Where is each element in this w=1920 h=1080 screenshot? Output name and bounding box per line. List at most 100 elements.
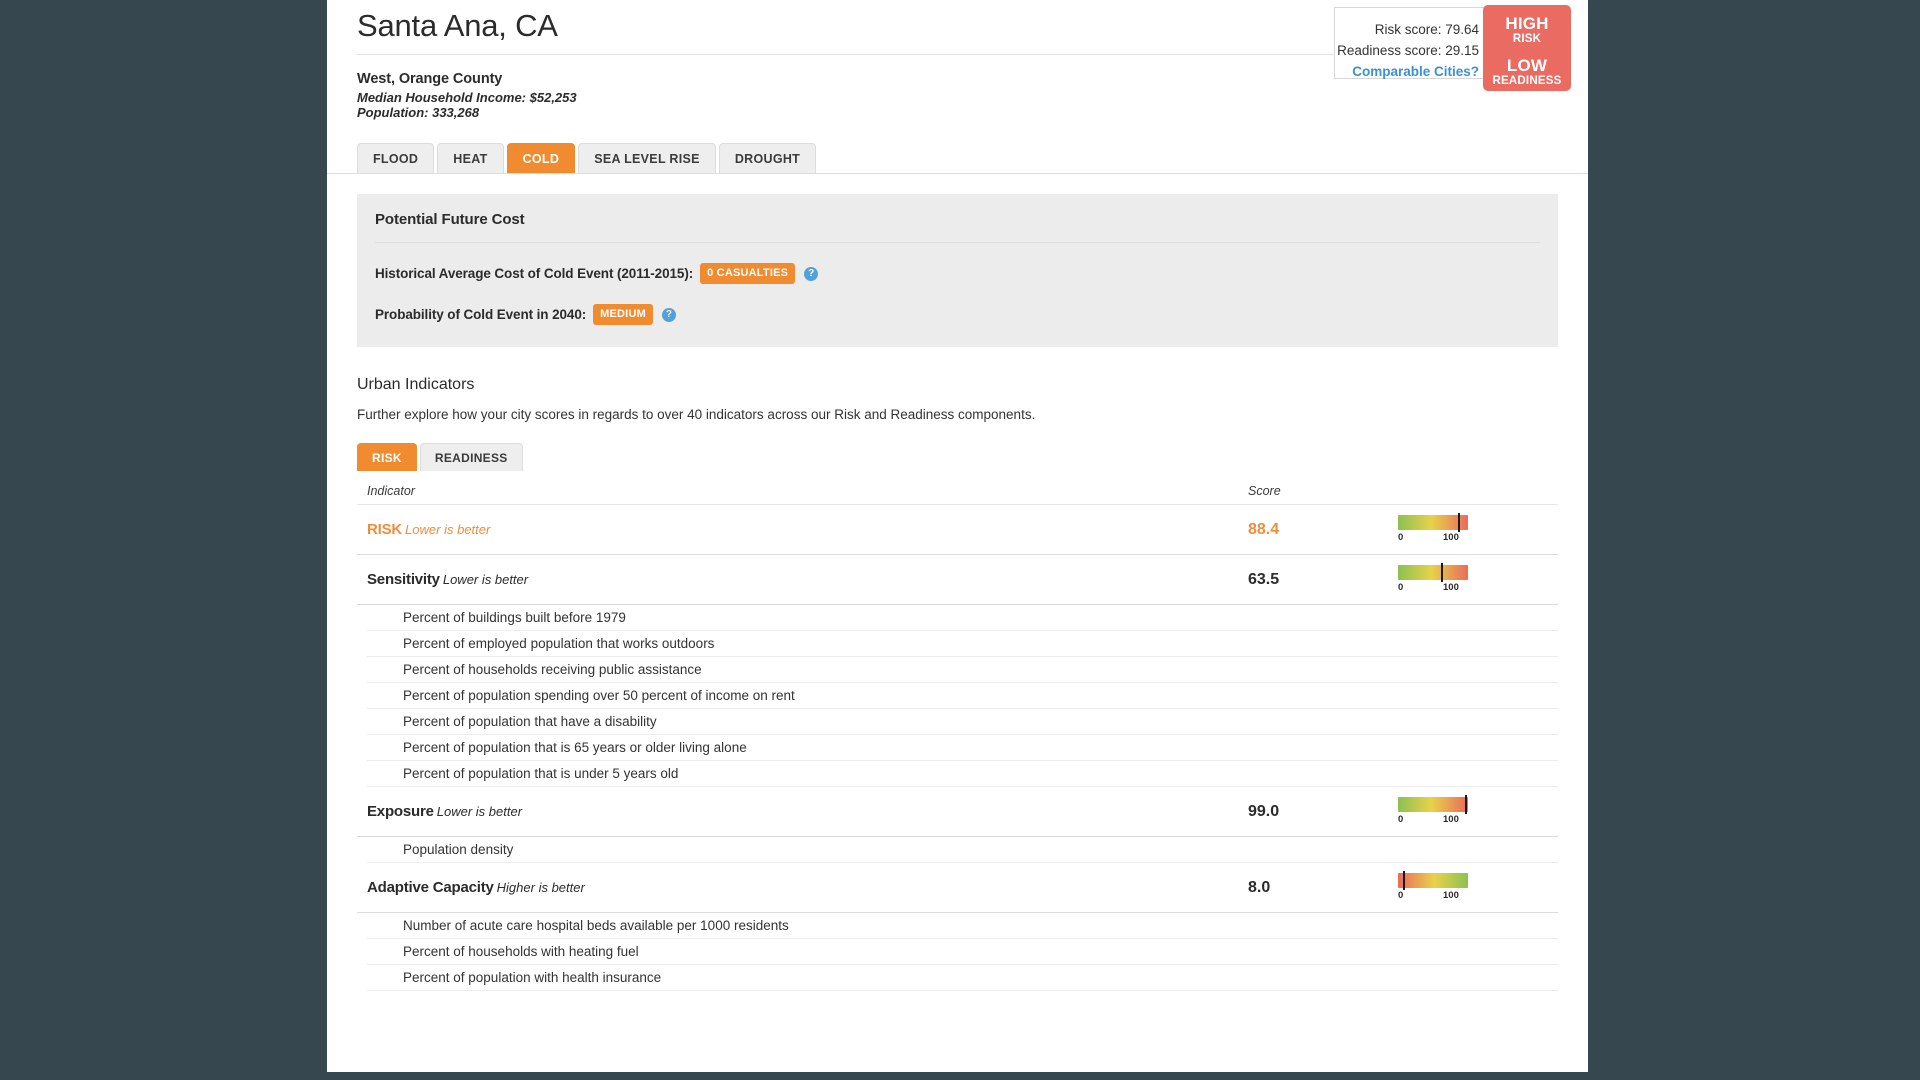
status-badge: MEDIUM <box>593 304 653 326</box>
gauge-tick-max: 100 <box>1443 890 1459 902</box>
indicator-sub-row[interactable]: Percent of population that have a disabi… <box>367 709 1558 736</box>
gauge-ticks: 0 100 <box>1398 814 1468 826</box>
indicator-sub-name: Percent of population that is 65 years o… <box>403 740 747 756</box>
hazard-tab-heat[interactable]: HEAT <box>437 143 504 174</box>
indicator-gauge-cell: 0 100 <box>1398 563 1558 594</box>
indicator-group-name: Sensitivity Lower is better <box>367 571 1248 588</box>
indicator-sub-name: Percent of population spending over 50 p… <box>403 688 795 704</box>
indicator-score: 8.0 <box>1248 878 1271 896</box>
gauge-tick-max: 100 <box>1443 532 1459 544</box>
gauge-marker <box>1465 795 1468 815</box>
gauge-bar <box>1398 797 1468 813</box>
hazard-tab-bar: FLOOD HEAT COLD SEA LEVEL RISE DROUGHT <box>357 143 1588 174</box>
indicator-direction-hint: Lower is better <box>442 572 529 588</box>
indicator-sub-name: Percent of households receiving public a… <box>403 662 702 678</box>
indicator-sub-name: Percent of households with heating fuel <box>403 944 639 960</box>
indicator-sub-row[interactable]: Percent of population with health insura… <box>367 965 1558 992</box>
indicator-group-name: Exposure Lower is better <box>367 803 1248 820</box>
risk-level: HIGH <box>1505 14 1549 33</box>
help-icon[interactable]: ? <box>804 266 819 281</box>
hazard-tab-drought[interactable]: DROUGHT <box>718 143 817 174</box>
indicator-sub-name: Percent of population with health insura… <box>403 970 662 986</box>
indicator-group-row[interactable]: Exposure Lower is better 99.0 0 100 <box>357 787 1558 838</box>
urban-indicators-description: Further explore how your city scores in … <box>357 407 1036 423</box>
gauge-ticks: 0 100 <box>1398 532 1468 544</box>
indicator-gauge-cell: 0 100 <box>1398 513 1558 544</box>
indicator-table-header: Indicator Score <box>357 471 1558 506</box>
future-cost-label: Historical Average Cost of Cold Event (2… <box>375 266 694 282</box>
gauge-tick-min: 0 <box>1398 890 1404 902</box>
indicator-sub-name: Percent of population that is under 5 ye… <box>403 766 679 782</box>
comparable-cities-link[interactable]: Comparable Cities? <box>1335 61 1479 82</box>
report-panel: Potential Future Cost Historical Average… <box>327 194 1588 992</box>
median-household-income: Median Household Income: $52,253 <box>357 90 577 105</box>
indicator-sub-row[interactable]: Percent of population spending over 50 p… <box>367 683 1558 710</box>
hazard-tab-sea-level-rise[interactable]: SEA LEVEL RISE <box>578 143 716 174</box>
indicator-score: 99.0 <box>1248 802 1280 820</box>
indicator-row-list: RISK Lower is better 88.4 0 100 Sensitivity Lo… <box>357 505 1558 992</box>
indicator-sub-row[interactable]: Percent of population that is 65 years o… <box>367 735 1558 762</box>
indicator-sub-row[interactable]: Number of acute care hospital beds avail… <box>367 913 1558 940</box>
indicator-sub-name: Number of acute care hospital beds avail… <box>403 918 789 934</box>
indicator-name-text: Adaptive Capacity <box>367 879 494 897</box>
indicator-score: 63.5 <box>1248 570 1280 588</box>
indicator-sub-name: Percent of employed population that work… <box>403 636 715 652</box>
indicator-name-text: Exposure <box>367 803 434 821</box>
gauge-ticks: 0 100 <box>1398 582 1468 594</box>
indicator-gauge-cell: 0 100 <box>1398 795 1558 826</box>
indicator-direction-hint: Lower is better <box>405 522 491 538</box>
gauge-tick-max: 100 <box>1443 814 1459 826</box>
help-icon[interactable]: ? <box>661 307 676 322</box>
future-cost-rows: Historical Average Cost of Cold Event (2… <box>375 263 1540 326</box>
future-cost-row: Probability of Cold Event in 2040: MEDIUM… <box>375 304 1540 326</box>
risk-level-label: RISK <box>1512 32 1542 45</box>
indicator-sub-row[interactable]: Percent of employed population that work… <box>367 631 1558 658</box>
indicator-score: 88.4 <box>1248 520 1280 538</box>
indicator-direction-hint: Lower is better <box>436 804 523 820</box>
column-header-score: Score <box>1248 484 1281 499</box>
hazard-tab-flood[interactable]: FLOOD <box>357 143 435 174</box>
population: Population: 333,268 <box>357 105 480 121</box>
indicator-sub-row[interactable]: Population density <box>367 837 1558 864</box>
indicator-sub-name: Percent of population that have a disabi… <box>403 714 657 730</box>
score-gauge: 0 100 <box>1398 871 1468 902</box>
readiness-level-label: READINESS <box>1492 74 1562 87</box>
indicator-group-name: Adaptive Capacity Higher is better <box>367 879 1248 896</box>
indicator-gauge-cell: 0 100 <box>1398 871 1558 902</box>
column-header-indicator: Indicator <box>367 484 415 499</box>
indicator-group-row[interactable]: Adaptive Capacity Higher is better 8.0 0 100 <box>357 863 1558 914</box>
indicator-sub-row[interactable]: Percent of population that is under 5 ye… <box>367 761 1558 788</box>
urban-indicator-tab-readiness[interactable]: READINESS <box>419 443 523 472</box>
gauge-tick-max: 100 <box>1443 582 1459 594</box>
hazard-tab-cold[interactable]: COLD <box>506 143 576 174</box>
potential-future-cost-section: Potential Future Cost Historical Average… <box>357 194 1558 348</box>
future-cost-row: Historical Average Cost of Cold Event (2… <box>375 263 1540 285</box>
gauge-tick-min: 0 <box>1398 814 1404 826</box>
indicator-direction-hint: Higher is better <box>496 880 585 896</box>
gauge-bar <box>1398 565 1468 581</box>
indicator-sub-row[interactable]: Percent of households with heating fuel <box>367 939 1558 966</box>
gauge-bar <box>1398 873 1468 889</box>
indicator-table: Indicator Score RISK Lower is better 88.4 0… <box>357 471 1558 992</box>
indicator-sub-row[interactable]: Percent of households receiving public a… <box>367 657 1558 684</box>
readiness-score-text: Readiness score: 29.15 <box>1337 43 1479 59</box>
risk-score-text: Risk score: 79.64 <box>1374 22 1479 37</box>
gauge-ticks: 0 100 <box>1398 890 1468 902</box>
score-gauge: 0 100 <box>1398 795 1468 826</box>
indicator-sub-row[interactable]: Percent of buildings built before 1979 <box>367 605 1558 632</box>
gauge-marker <box>1441 563 1444 583</box>
indicator-group-row[interactable]: RISK Lower is better 88.4 0 100 <box>357 505 1558 556</box>
indicator-name-text: Sensitivity <box>367 571 440 589</box>
indicator-group-name: RISK Lower is better <box>367 521 1248 538</box>
readiness-level: LOW <box>1506 55 1548 75</box>
future-cost-divider <box>375 242 1540 244</box>
gauge-marker <box>1458 513 1461 533</box>
score-gauge: 0 100 <box>1398 513 1468 544</box>
hazard-tabs-divider <box>327 173 1588 175</box>
urban-indicators-title: Urban Indicators <box>357 376 475 394</box>
risk-readiness-badge: HIGH RISK LOW READINESS <box>1483 5 1571 91</box>
indicator-group-row[interactable]: Sensitivity Lower is better 63.5 0 100 <box>357 555 1558 606</box>
page-root: Santa Ana, CA West, Orange County Median… <box>0 0 1920 1080</box>
gauge-marker <box>1403 871 1406 891</box>
urban-indicator-tab-risk[interactable]: RISK <box>357 443 417 472</box>
